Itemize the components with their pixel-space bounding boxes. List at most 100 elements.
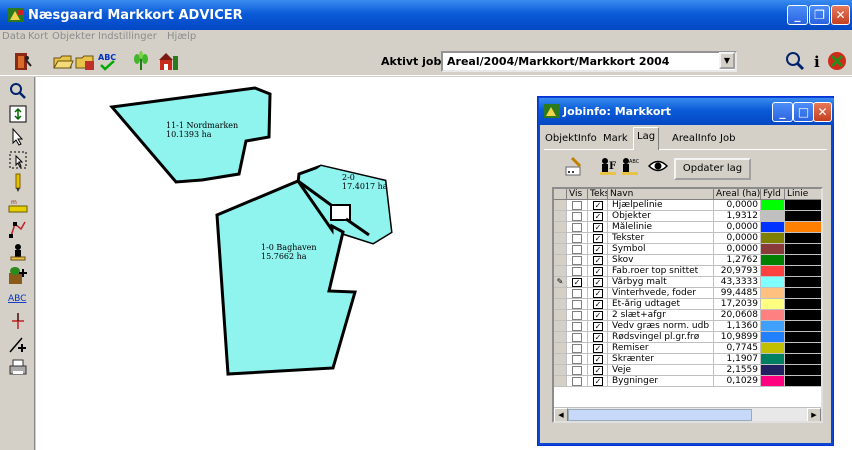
vis-checkbox[interactable] <box>572 355 582 364</box>
spellcheck-abc-icon[interactable]: ABC <box>96 50 118 72</box>
fill-color-swatch[interactable] <box>761 299 785 310</box>
line-color-swatch[interactable] <box>785 376 821 387</box>
update-layers-button[interactable]: Opdater lag <box>674 158 751 180</box>
exit-door-icon[interactable] <box>12 50 34 72</box>
tekst-checkbox[interactable]: ✓ <box>593 344 603 353</box>
tekst-checkbox[interactable]: ✓ <box>593 245 603 254</box>
dropdown-arrow-icon[interactable]: ▼ <box>719 52 735 69</box>
tekst-checkbox[interactable]: ✓ <box>593 322 603 331</box>
menu-indstillinger[interactable]: Indstillinger <box>98 31 157 42</box>
vis-checkbox[interactable] <box>572 234 582 243</box>
vis-checkbox[interactable]: ✓ <box>572 278 582 287</box>
tekst-checkbox[interactable]: ✓ <box>593 366 603 375</box>
split-line-icon[interactable] <box>8 311 28 331</box>
refresh-icon[interactable] <box>8 104 28 124</box>
vis-checkbox[interactable] <box>572 267 582 276</box>
table-row[interactable]: ✓ Rødsvingel pl.gr.frø 10,9899 <box>554 332 821 343</box>
vis-checkbox[interactable] <box>572 377 582 386</box>
menu-kort[interactable]: Kort <box>28 31 48 42</box>
table-row[interactable]: ✎ ✓ ✓ Vårbyg malt 43,3333 <box>554 277 821 288</box>
tekst-checkbox[interactable]: ✓ <box>593 256 603 265</box>
tekst-checkbox[interactable]: ✓ <box>593 278 603 287</box>
menu-hjaelp[interactable]: Hjælp <box>167 31 196 42</box>
tekst-checkbox[interactable]: ✓ <box>593 201 603 210</box>
active-job-select[interactable]: Areal/2004/Markkort/Markkort 2004 <box>441 51 737 72</box>
table-row[interactable]: ✓ Bygninger 0,1029 <box>554 376 821 387</box>
tekst-checkbox[interactable]: ✓ <box>593 300 603 309</box>
fill-color-swatch[interactable] <box>761 277 785 288</box>
fill-color-swatch[interactable] <box>761 332 785 343</box>
vis-checkbox[interactable] <box>572 223 582 232</box>
layer-font-icon[interactable]: F <box>598 155 618 177</box>
line-color-swatch[interactable] <box>785 321 821 332</box>
fill-color-swatch[interactable] <box>761 343 785 354</box>
restore-button[interactable]: ❐ <box>809 5 830 25</box>
select-area-icon[interactable] <box>8 150 28 170</box>
fill-color-swatch[interactable] <box>761 266 785 277</box>
scroll-right-icon[interactable]: ▶ <box>807 408 821 421</box>
person-stamp-icon[interactable] <box>8 242 28 262</box>
tekst-checkbox[interactable]: ✓ <box>593 333 603 342</box>
vis-checkbox[interactable] <box>572 311 582 320</box>
line-color-swatch[interactable] <box>785 310 821 321</box>
vis-checkbox[interactable] <box>572 366 582 375</box>
jobinfo-maximize-button[interactable]: □ <box>793 102 814 122</box>
crop-plant-icon[interactable] <box>130 50 152 72</box>
fill-color-swatch[interactable] <box>761 255 785 266</box>
line-color-swatch[interactable] <box>785 288 821 299</box>
jobinfo-close-button[interactable]: ✕ <box>813 102 832 122</box>
scroll-left-icon[interactable]: ◀ <box>554 408 568 421</box>
table-row[interactable]: ✓ Vedv græs norm. udb 1,1360 <box>554 321 821 332</box>
vis-checkbox[interactable] <box>572 300 582 309</box>
line-color-swatch[interactable] <box>785 200 821 211</box>
line-color-swatch[interactable] <box>785 343 821 354</box>
table-row[interactable]: ✓ Vinterhvede, foder 99,4485 <box>554 288 821 299</box>
table-row[interactable]: ✓ Veje 2,1559 <box>554 365 821 376</box>
vis-checkbox[interactable] <box>572 256 582 265</box>
tekst-checkbox[interactable]: ✓ <box>593 377 603 386</box>
stop-icon[interactable] <box>826 50 848 72</box>
tekst-checkbox[interactable]: ✓ <box>593 289 603 298</box>
menu-data[interactable]: Data <box>2 31 26 42</box>
vis-checkbox[interactable] <box>572 245 582 254</box>
vis-checkbox[interactable] <box>572 333 582 342</box>
vis-checkbox[interactable] <box>572 201 582 210</box>
layer-abc-icon[interactable]: ABC <box>620 155 640 177</box>
pointer-arrow-icon[interactable] <box>8 127 28 147</box>
tab-lag[interactable]: Lag <box>633 127 660 150</box>
tekst-checkbox[interactable]: ✓ <box>593 355 603 364</box>
table-row[interactable]: ✓ Remiser 0,7745 <box>554 343 821 354</box>
eye-icon[interactable] <box>648 155 668 177</box>
printer-icon[interactable] <box>8 357 28 377</box>
table-row[interactable]: ✓ Målelinie 0,0000 <box>554 222 821 233</box>
zoom-magnifier-icon[interactable] <box>784 50 806 72</box>
table-row[interactable]: ✓ Skrænter 1,1907 <box>554 354 821 365</box>
line-color-swatch[interactable] <box>785 365 821 376</box>
line-color-swatch[interactable] <box>785 233 821 244</box>
fill-color-swatch[interactable] <box>761 321 785 332</box>
polyline-edit-icon[interactable] <box>8 219 28 239</box>
table-row[interactable]: ✓ Et-årig udtaget 17,2039 <box>554 299 821 310</box>
save-folder-icon[interactable] <box>74 50 96 72</box>
tab-job[interactable]: Job <box>717 130 738 150</box>
tekst-checkbox[interactable]: ✓ <box>593 311 603 320</box>
line-color-swatch[interactable] <box>785 266 821 277</box>
vis-checkbox[interactable] <box>572 344 582 353</box>
text-label-icon[interactable]: ABC <box>8 288 28 308</box>
tekst-checkbox[interactable]: ✓ <box>593 234 603 243</box>
scroll-thumb[interactable] <box>568 409 752 421</box>
open-folder-icon[interactable] <box>52 50 74 72</box>
line-color-swatch[interactable] <box>785 211 821 222</box>
ruler-measure-icon[interactable]: m <box>8 196 28 216</box>
line-color-swatch[interactable] <box>785 222 821 233</box>
table-row[interactable]: ✓ Hjælpelinie 0,0000 <box>554 200 821 211</box>
line-color-swatch[interactable] <box>785 332 821 343</box>
line-color-swatch[interactable] <box>785 244 821 255</box>
fill-color-swatch[interactable] <box>761 233 785 244</box>
fill-color-swatch[interactable] <box>761 288 785 299</box>
line-color-swatch[interactable] <box>785 277 821 288</box>
table-row[interactable]: ✓ Fab.roer top snittet 20,9793 <box>554 266 821 277</box>
line-color-swatch[interactable] <box>785 299 821 310</box>
add-line-icon[interactable] <box>8 334 28 354</box>
farm-building-icon[interactable] <box>158 50 180 72</box>
